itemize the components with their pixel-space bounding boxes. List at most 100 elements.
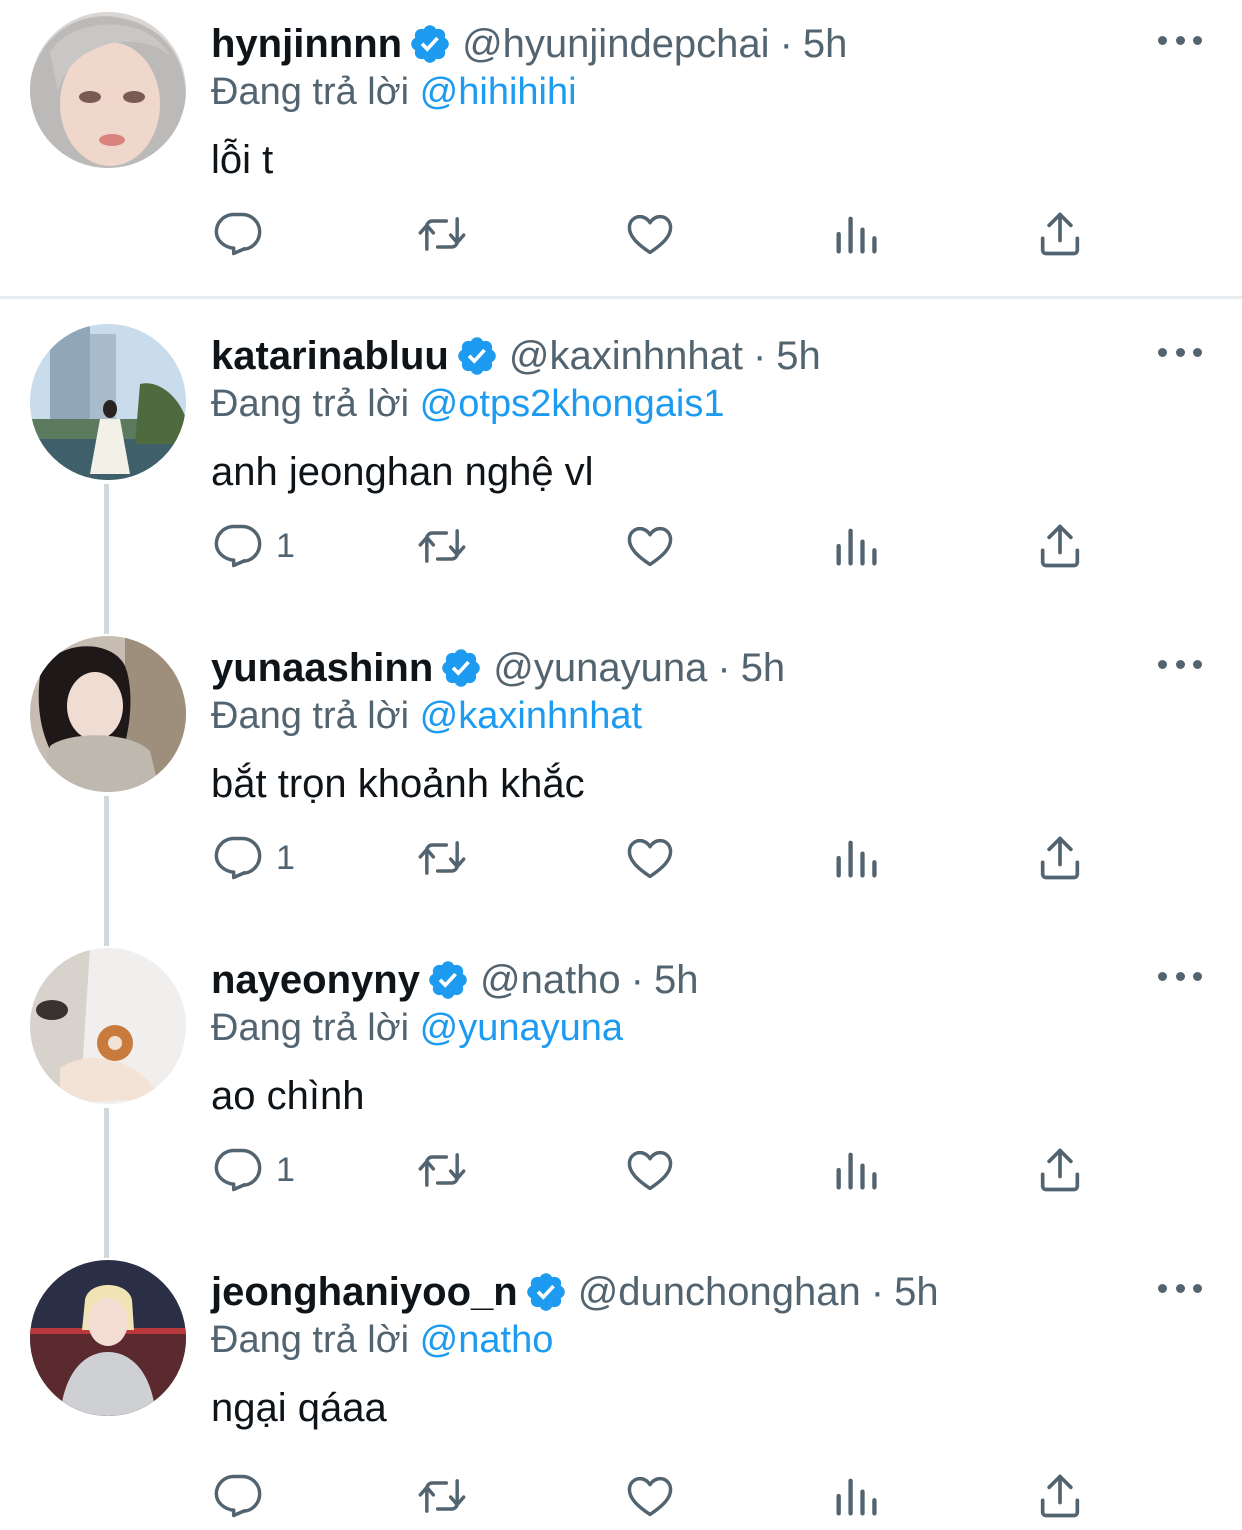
avatar[interactable] <box>30 324 186 480</box>
replying-to-label: Đang trả lời <box>211 695 410 737</box>
like-icon <box>627 214 673 255</box>
like-icon <box>627 1150 673 1191</box>
more-icon[interactable] <box>1158 654 1202 674</box>
user-handle[interactable]: @kaxinhnhat <box>509 332 743 380</box>
share-button[interactable] <box>1034 204 1086 264</box>
user-handle[interactable]: @dunchonghan <box>578 1268 861 1316</box>
verified-badge-icon <box>426 958 470 1002</box>
like-button[interactable] <box>624 516 676 576</box>
user-handle[interactable]: @hyunjindepchai <box>462 20 769 68</box>
tweet-text: anh jeonghan nghệ vl <box>211 450 594 494</box>
like-icon <box>627 526 673 567</box>
retweet-icon <box>418 529 466 563</box>
reply-button[interactable]: 1 <box>212 1140 295 1200</box>
retweet-button[interactable] <box>416 516 468 576</box>
reply-icon <box>214 212 262 256</box>
avatar[interactable] <box>30 948 186 1104</box>
display-name[interactable]: jeonghaniyoo_n <box>211 1268 518 1316</box>
more-icon[interactable] <box>1158 342 1202 362</box>
tweet-text: ao chình <box>211 1074 365 1118</box>
replying-to-label: Đang trả lời <box>211 71 410 113</box>
like-icon <box>627 1476 673 1517</box>
avatar[interactable] <box>30 1260 186 1416</box>
retweet-button[interactable] <box>416 1140 468 1200</box>
timestamp[interactable]: 5h <box>741 644 786 692</box>
tweet-header: yunaashinn @yunayuna · 5h <box>211 644 785 692</box>
tweet-separator <box>0 296 1242 299</box>
tweet[interactable]: yunaashinn @yunayuna · 5h Đang trả lời @… <box>0 624 1242 936</box>
tweet-actions <box>0 1466 1242 1526</box>
replying-to-mention[interactable]: @hihihihi <box>420 71 577 113</box>
retweet-button[interactable] <box>416 828 468 888</box>
verified-badge-icon <box>439 646 483 690</box>
display-name[interactable]: katarinabluu <box>211 332 449 380</box>
replying-to-mention[interactable]: @otps2khongais1 <box>420 383 725 425</box>
timestamp[interactable]: 5h <box>776 332 821 380</box>
display-name[interactable]: yunaashinn <box>211 644 433 692</box>
tweet-header: katarinabluu @kaxinhnhat · 5h <box>211 332 821 380</box>
tweet[interactable]: katarinabluu @kaxinhnhat · 5h Đang trả l… <box>0 312 1242 624</box>
separator-dot: · <box>779 22 793 66</box>
separator-dot: · <box>630 958 644 1002</box>
separator-dot: · <box>717 646 731 690</box>
views-icon <box>836 216 877 254</box>
tweet-text: lỗi t <box>211 138 274 182</box>
share-icon <box>1040 212 1080 256</box>
reply-button[interactable]: 1 <box>212 516 295 576</box>
tweet-actions: 1 <box>0 828 1242 888</box>
tweet-text: ngại qáaa <box>211 1386 387 1430</box>
reply-button[interactable] <box>212 1466 276 1526</box>
replying-to-label: Đang trả lời <box>211 1319 410 1361</box>
like-button[interactable] <box>624 828 676 888</box>
views-button[interactable] <box>830 204 882 264</box>
reply-count: 1 <box>276 526 295 565</box>
user-handle[interactable]: @natho <box>480 956 621 1004</box>
tweet[interactable]: hynjinnnn @hyunjindepchai · 5h Đang trả … <box>0 0 1242 296</box>
more-icon[interactable] <box>1158 30 1202 50</box>
views-button[interactable] <box>830 1140 882 1200</box>
like-button[interactable] <box>624 204 676 264</box>
replying-to-label: Đang trả lời <box>211 383 410 425</box>
like-button[interactable] <box>624 1466 676 1526</box>
tweet-text: bắt trọn khoảnh khắc <box>211 762 585 806</box>
reply-button[interactable]: 1 <box>212 828 295 888</box>
more-icon[interactable] <box>1158 1278 1202 1298</box>
views-icon <box>836 528 877 566</box>
timestamp[interactable]: 5h <box>654 956 699 1004</box>
retweet-icon <box>418 841 466 875</box>
retweet-button[interactable] <box>416 1466 468 1526</box>
user-handle[interactable]: @yunayuna <box>493 644 707 692</box>
timestamp[interactable]: 5h <box>894 1268 939 1316</box>
reply-icon <box>214 1148 262 1192</box>
verified-badge-icon <box>455 334 499 378</box>
replying-to-mention[interactable]: @kaxinhnhat <box>420 695 642 737</box>
avatar[interactable] <box>30 12 186 168</box>
retweet-icon <box>418 217 466 251</box>
tweet[interactable]: nayeonyny @natho · 5h Đang trả lời @yuna… <box>0 936 1242 1248</box>
timestamp[interactable]: 5h <box>803 20 848 68</box>
like-icon <box>627 838 673 879</box>
share-button[interactable] <box>1034 516 1086 576</box>
reply-button[interactable] <box>212 204 276 264</box>
like-button[interactable] <box>624 1140 676 1200</box>
views-button[interactable] <box>830 516 882 576</box>
tweet[interactable]: jeonghaniyoo_n @dunchonghan · 5h Đang tr… <box>0 1248 1242 1530</box>
replying-to-mention[interactable]: @natho <box>420 1319 554 1361</box>
share-button[interactable] <box>1034 1140 1086 1200</box>
avatar[interactable] <box>30 636 186 792</box>
share-icon <box>1040 1474 1080 1518</box>
reply-feed: hynjinnnn @hyunjindepchai · 5h Đang trả … <box>0 0 1242 1530</box>
tweet-header: nayeonyny @natho · 5h <box>211 956 699 1004</box>
display-name[interactable]: hynjinnnn <box>211 20 402 68</box>
replying-to-mention[interactable]: @yunayuna <box>420 1007 623 1049</box>
views-button[interactable] <box>830 1466 882 1526</box>
display-name[interactable]: nayeonyny <box>211 956 420 1004</box>
share-button[interactable] <box>1034 828 1086 888</box>
views-button[interactable] <box>830 828 882 888</box>
replying-to: Đang trả lời @kaxinhnhat <box>211 692 642 740</box>
reply-icon <box>214 524 262 568</box>
share-button[interactable] <box>1034 1466 1086 1526</box>
views-icon <box>836 1152 877 1190</box>
more-icon[interactable] <box>1158 966 1202 986</box>
retweet-button[interactable] <box>416 204 468 264</box>
